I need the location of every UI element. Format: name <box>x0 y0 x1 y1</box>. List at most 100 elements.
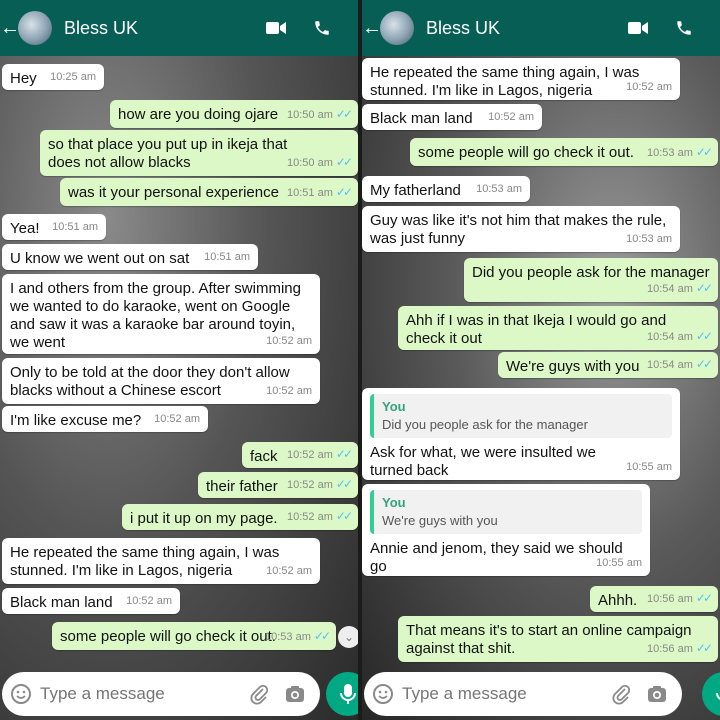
message-bubble-incoming[interactable]: Black man land 10:52 am <box>362 104 542 130</box>
message-time: 10:53 am <box>265 631 311 643</box>
chat-header: ← Bless UK <box>362 0 720 56</box>
message-bubble-outgoing[interactable]: We're guys with you 10:54 am ✓✓ <box>498 352 718 378</box>
message-bubble-incoming[interactable]: He repeated the same thing again, I was … <box>2 538 320 584</box>
read-receipt-icon: ✓✓ <box>335 185 353 199</box>
back-arrow-icon[interactable]: ← <box>0 17 20 40</box>
message-bubble-outgoing[interactable]: i put it up on my page. 10:52 am ✓✓ <box>122 504 358 530</box>
quoted-text: We're guys with you <box>382 513 498 528</box>
read-receipt-icon: ✓✓ <box>695 591 713 605</box>
message-input-box[interactable] <box>364 672 682 716</box>
message-time: 10:52 am <box>287 511 333 523</box>
message-bubble-incoming[interactable]: My fatherland 10:53 am <box>362 176 530 202</box>
quoted-author: You <box>382 399 406 414</box>
message-time: 10:52 am <box>287 479 333 491</box>
message-composer <box>0 666 358 720</box>
phone-icon[interactable] <box>312 18 332 38</box>
message-bubble-outgoing[interactable]: how are you doing ojare 10:50 am ✓✓ <box>110 100 358 128</box>
quoted-text: Did you people ask for the manager <box>382 417 588 432</box>
message-time: 10:52 am <box>287 449 333 461</box>
message-list[interactable]: He repeated the same thing again, I was … <box>362 56 720 666</box>
video-camera-icon[interactable] <box>628 18 648 38</box>
emoji-icon[interactable] <box>10 683 32 705</box>
microphone-button[interactable] <box>326 672 358 716</box>
message-bubble-outgoing[interactable]: That means it's to start an online campa… <box>398 616 718 662</box>
message-input-box[interactable] <box>2 672 320 716</box>
message-bubble-incoming[interactable]: You We're guys with you Annie and jenom,… <box>362 484 650 576</box>
message-time: 10:25 am <box>50 71 96 83</box>
read-receipt-icon: ✓✓ <box>695 145 713 159</box>
message-text: He repeated the same thing again, I was … <box>370 64 640 99</box>
message-time: 10:54 am <box>647 283 693 295</box>
read-receipt-icon: ✓✓ <box>695 357 713 371</box>
message-bubble-outgoing[interactable]: was it your personal experience 10:51 am… <box>60 178 358 206</box>
message-bubble-outgoing[interactable]: Did you people ask for the manager 10:54… <box>464 258 718 302</box>
camera-icon[interactable] <box>284 683 306 705</box>
message-time: 10:54 am <box>647 331 693 343</box>
message-bubble-incoming[interactable]: I and others from the group. After swimm… <box>2 274 320 354</box>
paperclip-icon[interactable] <box>610 683 632 705</box>
message-bubble-incoming[interactable]: Hey 10:25 am <box>2 64 104 90</box>
contact-name[interactable]: Bless UK <box>426 18 628 39</box>
read-receipt-icon: ✓✓ <box>313 629 331 643</box>
message-bubble-outgoing[interactable]: their father 10:52 am ✓✓ <box>198 472 358 498</box>
scroll-to-bottom-button[interactable]: ⌄ <box>338 626 358 648</box>
message-text: so that place you put up in ikeja that d… <box>48 136 288 171</box>
emoji-icon[interactable] <box>372 683 394 705</box>
message-bubble-outgoing[interactable]: some people will go check it out. 10:53 … <box>52 622 336 650</box>
message-bubble-outgoing[interactable]: Ahhh. 10:56 am ✓✓ <box>590 586 718 612</box>
message-time: 10:52 am <box>154 413 200 425</box>
message-bubble-outgoing[interactable]: Ahh if I was in that Ikeja I would go an… <box>398 306 718 350</box>
chat-screen-right: ← Bless UK He repeated the same thing ag… <box>362 0 720 720</box>
message-time: 10:55 am <box>626 461 672 473</box>
read-receipt-icon: ✓✓ <box>335 447 353 461</box>
message-time: 10:50 am <box>287 109 333 121</box>
message-time: 10:53 am <box>476 183 522 195</box>
message-bubble-incoming[interactable]: U know we went out on sat 10:51 am <box>2 244 258 270</box>
message-time: 10:52 am <box>488 111 534 123</box>
phone-icon[interactable] <box>674 18 694 38</box>
contact-avatar[interactable] <box>380 11 414 45</box>
message-time: 10:53 am <box>626 233 672 245</box>
read-receipt-icon: ✓✓ <box>335 107 353 121</box>
message-time: 10:52 am <box>266 335 312 347</box>
message-list[interactable]: Hey 10:25 am how are you doing ojare 10:… <box>0 56 358 666</box>
quoted-message[interactable]: You We're guys with you <box>370 490 642 534</box>
message-bubble-incoming[interactable]: Yea! 10:51 am <box>2 214 106 240</box>
message-text: Guy was like it's not him that makes the… <box>370 212 667 247</box>
message-time: 10:53 am <box>647 147 693 159</box>
read-receipt-icon: ✓✓ <box>695 329 713 343</box>
message-time: 10:50 am <box>287 157 333 169</box>
video-camera-icon[interactable] <box>266 18 286 38</box>
paperclip-icon[interactable] <box>248 683 270 705</box>
message-time: 10:54 am <box>647 359 693 371</box>
message-input[interactable] <box>402 684 552 704</box>
message-bubble-incoming[interactable]: Only to be told at the door they don't a… <box>2 358 320 404</box>
message-bubble-outgoing[interactable]: some people will go check it out. 10:53 … <box>410 138 718 166</box>
message-bubble-outgoing[interactable]: fack 10:52 am ✓✓ <box>242 442 358 468</box>
message-bubble-incoming[interactable]: Black man land 10:52 am <box>2 588 180 614</box>
message-bubble-incoming[interactable]: Guy was like it's not him that makes the… <box>362 206 680 252</box>
contact-name[interactable]: Bless UK <box>64 18 266 39</box>
message-bubble-outgoing[interactable]: so that place you put up in ikeja that d… <box>40 130 358 176</box>
message-bubble-incoming[interactable]: I'm like excuse me? 10:52 am <box>2 406 208 432</box>
microphone-icon <box>716 692 720 700</box>
message-bubble-incoming[interactable]: He repeated the same thing again, I was … <box>362 58 680 100</box>
message-text: He repeated the same thing again, I was … <box>10 544 280 579</box>
message-input[interactable] <box>40 684 190 704</box>
back-arrow-icon[interactable]: ← <box>362 17 382 40</box>
message-time: 10:56 am <box>647 643 693 655</box>
microphone-icon <box>340 684 356 704</box>
message-time: 10:51 am <box>52 221 98 233</box>
microphone-button[interactable] <box>702 672 720 716</box>
contact-avatar[interactable] <box>18 11 52 45</box>
message-text: Only to be told at the door they don't a… <box>10 364 290 399</box>
camera-icon[interactable] <box>646 683 668 705</box>
chat-header: ← Bless UK <box>0 0 358 56</box>
quoted-message[interactable]: You Did you people ask for the manager <box>370 394 672 438</box>
message-bubble-incoming[interactable]: You Did you people ask for the manager A… <box>362 388 680 480</box>
read-receipt-icon: ✓✓ <box>695 281 713 295</box>
message-time: 10:52 am <box>126 595 172 607</box>
message-text: Ask for what, we were insulted we turned… <box>370 444 596 479</box>
message-time: 10:56 am <box>647 593 693 605</box>
message-time: 10:51 am <box>204 251 250 263</box>
